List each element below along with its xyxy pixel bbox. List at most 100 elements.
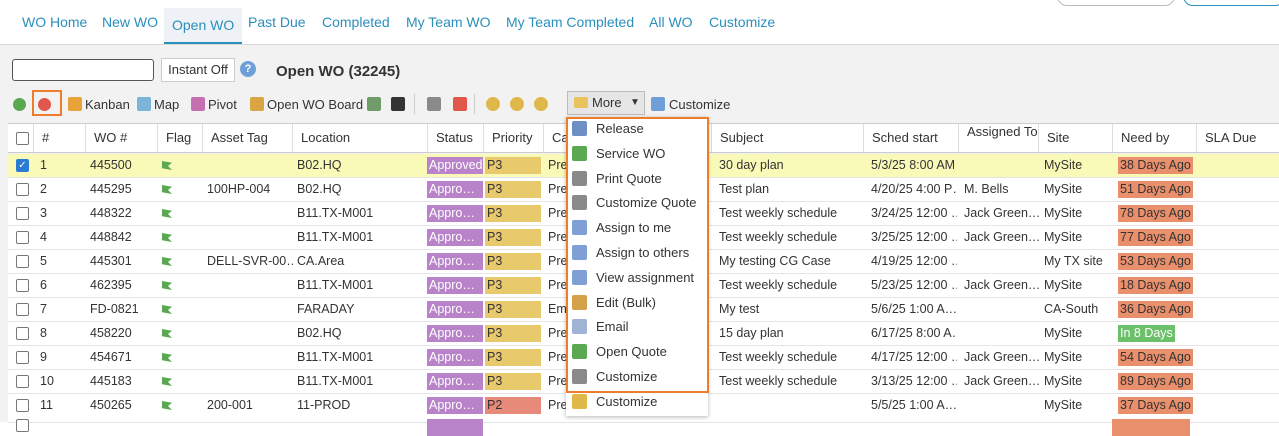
customize-label: Customize (669, 96, 731, 112)
tab-past-due[interactable]: Past Due (248, 14, 306, 30)
priority-badge: P3 (485, 253, 541, 270)
tab-all-wo[interactable]: All WO (649, 14, 693, 30)
site: MySite (1044, 398, 1083, 412)
excel-button[interactable] (391, 94, 405, 114)
map-button[interactable]: Map (137, 94, 179, 114)
flag-icon[interactable] (162, 233, 172, 242)
flag-icon[interactable] (162, 161, 172, 170)
print-button[interactable] (427, 94, 441, 114)
pivot-button[interactable]: Pivot (191, 94, 237, 114)
help-icon[interactable]: ? (240, 61, 256, 77)
column-header-flag[interactable]: Flag (157, 124, 202, 152)
search-input[interactable] (12, 59, 154, 81)
flag-icon[interactable] (162, 401, 172, 410)
top-right-button[interactable] (1057, 0, 1175, 6)
need-by-badge: 89 Days Ago (1118, 373, 1193, 390)
row-number: 6 (40, 278, 47, 292)
flag-icon[interactable] (162, 281, 172, 290)
subject: Test weekly schedule (719, 206, 838, 220)
row-checkbox[interactable] (16, 183, 29, 196)
status-badge: Appro… (427, 373, 483, 390)
flag-icon[interactable] (162, 353, 172, 362)
need-by-badge: 36 Days Ago (1118, 301, 1193, 318)
assigned-to: Jack Green… (964, 350, 1041, 364)
sched-start: 5/6/25 1:00 A… (871, 302, 957, 316)
add-button[interactable] (13, 94, 26, 114)
zoom-out-button[interactable] (534, 94, 548, 114)
priority-badge: P3 (485, 157, 541, 174)
tab-customize[interactable]: Customize (709, 14, 775, 30)
flag-icon[interactable] (162, 305, 172, 314)
flag-icon[interactable] (162, 185, 172, 194)
site: MySite (1044, 278, 1083, 292)
column-header-status[interactable]: Status (427, 124, 483, 152)
asset-tag: 100HP-004 (207, 182, 271, 196)
sched-start: 5/23/25 12:00 … (871, 278, 957, 292)
page-title: Open WO (32245) (276, 63, 401, 80)
row-checkbox[interactable] (16, 399, 29, 412)
row-checkbox[interactable]: ✓ (16, 159, 29, 172)
column-header-asset-tag[interactable]: Asset Tag (202, 124, 292, 152)
row-checkbox[interactable] (16, 419, 29, 432)
row-checkbox[interactable] (16, 279, 29, 292)
kanban-button[interactable]: Kanban (68, 94, 130, 114)
more-button[interactable]: More ▼ (567, 91, 645, 115)
tab-wo-home[interactable]: WO Home (22, 14, 87, 30)
column-header-wo[interactable]: WO # (85, 124, 157, 152)
open-wo-board-button[interactable]: Open WO Board (250, 94, 363, 114)
column-header-need-by[interactable]: Need by (1112, 124, 1196, 152)
top-right-primary-button[interactable] (1183, 0, 1279, 6)
instant-search-toggle[interactable]: Instant Off (161, 58, 235, 82)
export-button[interactable] (367, 94, 381, 114)
tab-my-team-wo[interactable]: My Team WO (406, 14, 491, 30)
location: B11.TX-M001 (297, 374, 374, 388)
search-zoom-button[interactable] (486, 94, 500, 114)
need-by-badge: 78 Days Ago (1118, 205, 1193, 222)
row-checkbox[interactable] (16, 207, 29, 220)
subject: Test plan (719, 182, 770, 196)
row-checkbox[interactable] (16, 231, 29, 244)
wo-number: 454671 (90, 350, 132, 364)
column-header-site[interactable]: Site (1038, 124, 1112, 152)
row-number: 8 (40, 326, 47, 340)
dropdown-highlight (566, 117, 709, 393)
column-header-assigned-to[interactable]: Assigned To (958, 124, 1038, 152)
assigned-to: Jack Green… (964, 206, 1041, 220)
location: B02.HQ (297, 326, 342, 340)
flag-icon[interactable] (162, 329, 172, 338)
status-badge: Approved (427, 157, 483, 174)
column-header-location[interactable]: Location (292, 124, 427, 152)
row-checkbox[interactable] (16, 351, 29, 364)
location: B11.TX-M001 (297, 278, 374, 292)
column-header-subject[interactable]: Subject (711, 124, 863, 152)
site: MySite (1044, 206, 1083, 220)
toolbar-divider (474, 94, 475, 114)
row-number: 10 (40, 374, 54, 388)
flag-icon[interactable] (162, 377, 172, 386)
assigned-to (964, 298, 1042, 321)
column-header-priority[interactable]: Priority (483, 124, 543, 152)
flag-icon[interactable] (162, 257, 172, 266)
row-checkbox[interactable] (16, 375, 29, 388)
column-header-sched-start[interactable]: Sched start (863, 124, 958, 152)
flag-icon[interactable] (162, 209, 172, 218)
tab-completed[interactable]: Completed (322, 14, 390, 30)
menu-item-customize[interactable]: Customize (566, 390, 708, 414)
tab-my-team-completed[interactable]: My Team Completed (506, 14, 634, 30)
asset-tag (207, 226, 293, 249)
row-checkbox[interactable] (16, 255, 29, 268)
select-all-checkbox[interactable] (16, 132, 29, 145)
priority-badge: P3 (485, 277, 541, 294)
row-checkbox[interactable] (16, 327, 29, 340)
pdf-button[interactable] (453, 94, 467, 114)
customize-button[interactable]: Customize (651, 94, 730, 114)
subject: 30 day plan (719, 158, 784, 172)
tab-new-wo[interactable]: New WO (102, 14, 158, 30)
customize-icon (651, 97, 665, 111)
column-header-sla-due[interactable]: SLA Due (1196, 124, 1279, 152)
site: MySite (1044, 158, 1083, 172)
column-header-num[interactable]: # (33, 124, 85, 152)
tab-open-wo[interactable]: Open WO (164, 8, 243, 44)
zoom-in-button[interactable] (510, 94, 524, 114)
row-checkbox[interactable] (16, 303, 29, 316)
